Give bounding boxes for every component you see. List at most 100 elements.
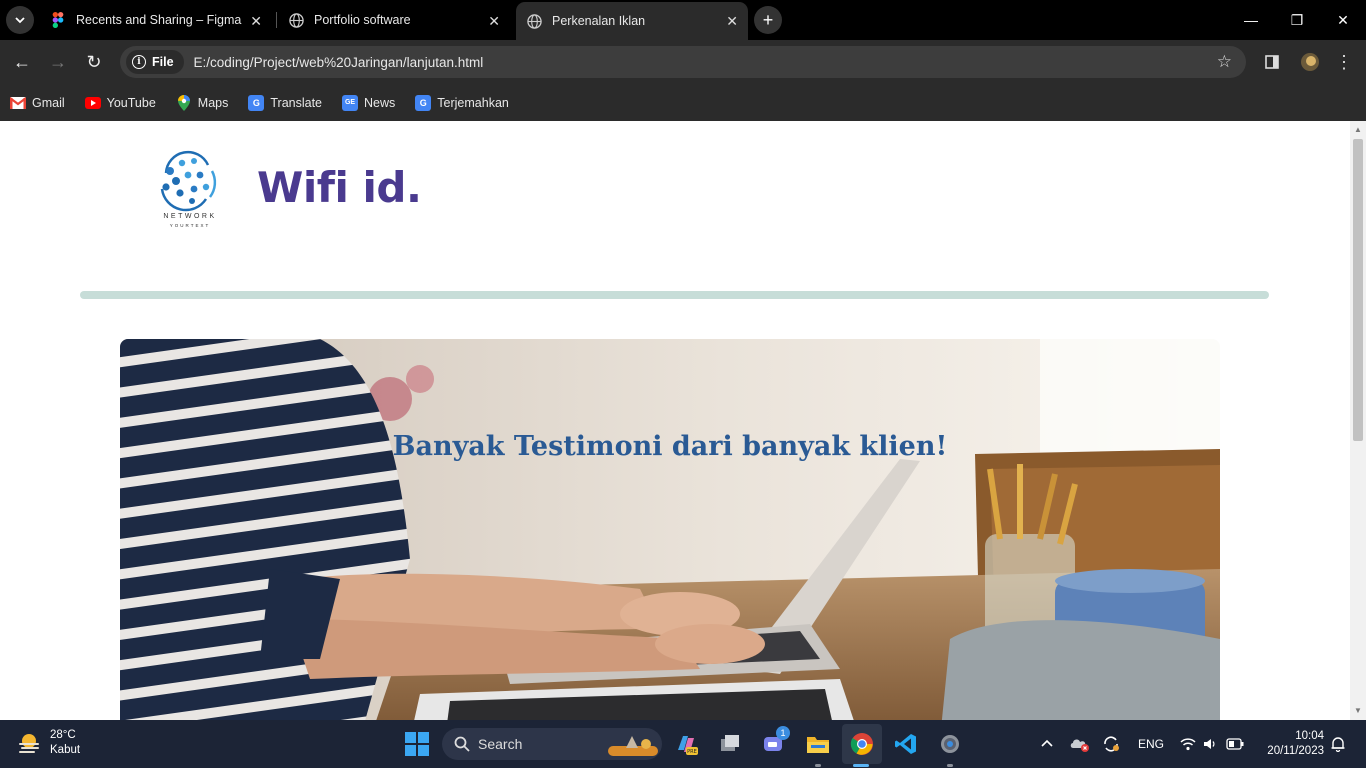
- new-tab-button[interactable]: +: [754, 6, 782, 34]
- news-icon: GE: [342, 94, 359, 111]
- volume-icon[interactable]: [1203, 720, 1217, 768]
- restore-button[interactable]: ❐: [1274, 0, 1320, 40]
- back-button[interactable]: ←: [8, 48, 36, 76]
- globe-icon: [526, 13, 542, 29]
- search-placeholder: Search: [478, 736, 523, 752]
- bookmark-terjemahkan[interactable]: G Terjemahkan: [415, 94, 509, 111]
- start-button[interactable]: [403, 730, 431, 758]
- clock-date: 20/11/2023: [1267, 745, 1324, 757]
- running-indicator: [815, 764, 821, 767]
- side-panel-icon[interactable]: [1260, 50, 1284, 74]
- menu-kebab-icon[interactable]: ⋮: [1332, 50, 1356, 74]
- tab-perkenalan-iklan[interactable]: Perkenalan Iklan ✕: [516, 2, 748, 40]
- bookmark-news[interactable]: GE News: [342, 94, 396, 111]
- close-tab-icon[interactable]: ✕: [726, 13, 738, 30]
- tab-title: Perkenalan Iklan: [552, 14, 646, 28]
- settings-gear-icon[interactable]: [936, 730, 964, 758]
- chrome-icon[interactable]: [848, 730, 876, 758]
- search-icon: [454, 736, 470, 752]
- address-bar[interactable]: i File E:/coding/Project/web%20Jaringan/…: [120, 46, 1246, 78]
- translate-icon: G: [248, 94, 265, 111]
- file-explorer-icon[interactable]: [804, 730, 832, 758]
- weather-temp: 28°C: [50, 729, 76, 741]
- weather-condition: Kabut: [50, 744, 81, 756]
- page-viewport: NETWORK YOURTEXT Wifi id. Banyak Testimo…: [0, 121, 1366, 720]
- windows-icon: [405, 732, 429, 756]
- bookmark-label: Maps: [197, 95, 229, 110]
- taskbar-search[interactable]: Search: [442, 728, 662, 760]
- bookmark-youtube[interactable]: YouTube: [84, 95, 156, 111]
- vscode-icon[interactable]: [892, 730, 920, 758]
- info-icon: i: [132, 55, 146, 69]
- notification-badge: 1: [776, 726, 790, 740]
- scroll-down-icon[interactable]: ▼: [1353, 706, 1363, 716]
- windows-taskbar: 28°C Kabut Search PRE 1 ENG 10:04 20/11/…: [0, 720, 1366, 768]
- search-highlight-icon: [608, 736, 658, 756]
- system-clock[interactable]: 10:04 20/11/2023: [1267, 729, 1324, 759]
- site-info-chip[interactable]: i File: [126, 50, 184, 74]
- copilot-icon[interactable]: PRE: [672, 730, 700, 758]
- close-window-button[interactable]: ✕: [1320, 0, 1366, 40]
- minimize-button[interactable]: —: [1228, 0, 1274, 40]
- bookmark-translate[interactable]: G Translate: [248, 94, 322, 111]
- browser-toolbar: ← → ↻ i File E:/coding/Project/web%20Jar…: [0, 40, 1366, 84]
- maps-icon: [176, 94, 192, 111]
- hero-image: Banyak Testimoni dari banyak klien!: [120, 339, 1220, 720]
- globe-icon: [288, 12, 304, 28]
- bookmark-maps[interactable]: Maps: [176, 94, 229, 111]
- tab-title: Portfolio software: [314, 13, 411, 27]
- bookmark-label: Terjemahkan: [437, 95, 509, 110]
- tab-separator: [276, 12, 277, 28]
- sync-icon[interactable]: [1102, 720, 1120, 768]
- task-view-icon[interactable]: [716, 730, 744, 758]
- wifi-icon[interactable]: [1180, 720, 1196, 768]
- hero-photo: [120, 339, 1220, 720]
- bookmark-gmail[interactable]: Gmail: [10, 95, 65, 111]
- language-indicator[interactable]: ENG: [1138, 720, 1164, 768]
- scheme-label: File: [152, 55, 174, 69]
- bookmark-label: News: [364, 95, 396, 110]
- network-logo-icon: [160, 150, 217, 212]
- svg-text:PRE: PRE: [687, 749, 697, 755]
- figma-icon: [50, 12, 66, 28]
- hero-title: Banyak Testimoni dari banyak klien!: [392, 431, 948, 462]
- logo-tagline: YOURTEXT: [169, 223, 211, 228]
- tab-portfolio[interactable]: Portfolio software ✕: [278, 4, 510, 36]
- page-scrollbar[interactable]: ▲ ▼: [1350, 121, 1366, 720]
- show-hidden-icons[interactable]: [1040, 720, 1054, 768]
- logo-word: NETWORK: [163, 213, 217, 220]
- tab-title: Recents and Sharing – Figma: [76, 13, 242, 27]
- network-logo: NETWORK YOURTEXT: [150, 149, 230, 233]
- reload-button[interactable]: ↻: [80, 48, 108, 76]
- header-divider: [80, 291, 1269, 299]
- teams-chat-icon[interactable]: 1: [760, 726, 790, 758]
- tab-figma[interactable]: Recents and Sharing – Figma ✕: [40, 4, 272, 36]
- tab-strip: Recents and Sharing – Figma ✕ Portfolio …: [0, 0, 1366, 40]
- url-text[interactable]: E:/coding/Project/web%20Jaringan/lanjuta…: [194, 55, 484, 70]
- clock-time: 10:04: [1295, 730, 1324, 742]
- forward-button[interactable]: →: [44, 48, 72, 76]
- scroll-thumb[interactable]: [1353, 139, 1363, 441]
- running-indicator: [947, 764, 953, 767]
- brand-title: Wifi id.: [257, 163, 422, 212]
- tab-search-button[interactable]: [6, 6, 34, 34]
- active-indicator: [853, 764, 869, 767]
- bookmark-label: Gmail: [32, 95, 65, 110]
- scroll-up-icon[interactable]: ▲: [1353, 125, 1363, 135]
- bookmark-label: YouTube: [106, 95, 156, 110]
- notifications-bell-icon[interactable]: [1330, 720, 1346, 768]
- chevron-down-icon: [15, 17, 25, 24]
- close-tab-icon[interactable]: ✕: [488, 13, 500, 30]
- onedrive-error-icon[interactable]: [1070, 720, 1090, 768]
- fog-weather-icon: [19, 734, 39, 753]
- bookmarks-bar: Gmail YouTube Maps G Translate GE News G…: [0, 84, 1366, 121]
- weather-widget[interactable]: 28°C Kabut: [16, 728, 80, 758]
- close-tab-icon[interactable]: ✕: [250, 13, 262, 30]
- chevron-up-icon: [1041, 739, 1053, 747]
- youtube-icon: [84, 95, 101, 111]
- gmail-icon: [10, 95, 26, 111]
- profile-avatar[interactable]: [1298, 50, 1322, 74]
- bookmark-star-icon[interactable]: ☆: [1217, 52, 1232, 72]
- battery-icon[interactable]: [1226, 720, 1244, 768]
- translate-icon: G: [415, 94, 432, 111]
